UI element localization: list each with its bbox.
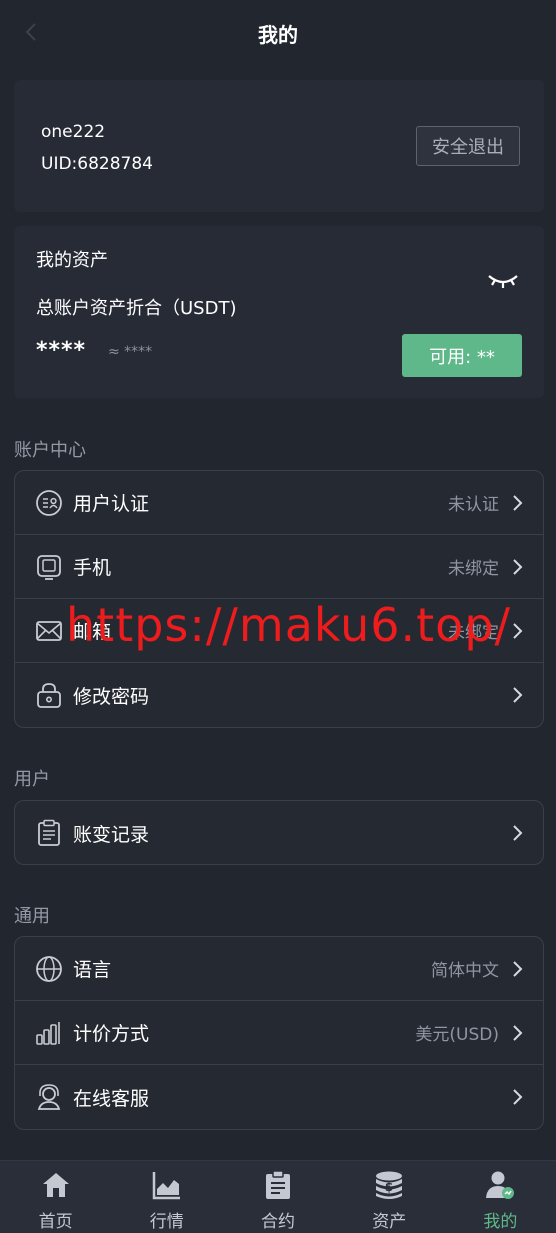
chevron-right-icon <box>511 959 525 979</box>
menu-item-phone[interactable]: 手机 未绑定 <box>15 535 543 599</box>
id-verify-icon <box>35 489 63 517</box>
support-icon <box>35 1083 63 1111</box>
clipboard-icon <box>35 819 63 847</box>
tab-market[interactable]: 行情 <box>111 1161 222 1233</box>
chevron-right-icon <box>511 1087 525 1107</box>
menu-item-label: 修改密码 <box>73 685 150 708</box>
menu-item-value: 美元(USD) <box>415 1025 499 1045</box>
tab-label: 行情 <box>149 1212 184 1232</box>
market-chart-icon <box>151 1169 183 1201</box>
top-header: 我的 <box>0 0 556 66</box>
menu-item-language[interactable]: 语言 简体中文 <box>15 937 543 1001</box>
mail-icon <box>35 617 63 645</box>
chevron-right-icon <box>511 557 525 577</box>
logout-button[interactable]: 安全退出 <box>416 126 520 166</box>
menu-item-user-verification[interactable]: 用户认证 未认证 <box>15 471 543 535</box>
phone-icon <box>35 553 63 581</box>
contract-icon <box>262 1169 294 1201</box>
menu-item-value: 未绑定 <box>448 559 499 579</box>
watermark-url: https://maku6.top/ <box>66 598 512 652</box>
section-label-user: 用户 <box>14 769 50 790</box>
bar-chart-icon <box>35 1019 63 1047</box>
tab-profile[interactable]: 我的 <box>445 1161 556 1233</box>
general-menu-group: 语言 简体中文 计价方式 美元(USD) 在线客服 <box>14 936 544 1130</box>
tab-label: 首页 <box>38 1212 73 1232</box>
home-icon <box>40 1169 72 1201</box>
svg-text:$: $ <box>385 1180 393 1194</box>
page-title: 我的 <box>258 22 298 47</box>
asset-card: 我的资产 总账户资产折合（USDT) **** ≈ **** 可用: ** <box>14 226 544 398</box>
asset-value: **** <box>36 338 87 363</box>
user-uid: UID:6828784 <box>41 154 153 174</box>
menu-item-value: 未认证 <box>448 495 499 515</box>
tab-label: 资产 <box>372 1212 407 1232</box>
available-balance-button[interactable]: 可用: ** <box>402 334 522 377</box>
chevron-right-icon <box>511 621 525 641</box>
eye-closed-icon[interactable] <box>486 268 520 292</box>
asset-approx-value: ≈ **** <box>108 344 153 360</box>
menu-item-label: 用户认证 <box>73 493 150 515</box>
chevron-right-icon <box>511 685 525 705</box>
globe-icon <box>35 955 63 983</box>
user-menu-group: 账变记录 <box>14 800 544 865</box>
section-label-account: 账户中心 <box>14 440 86 461</box>
username: one222 <box>41 122 106 142</box>
bottom-tab-bar: 首页 行情 合约 $ 资产 我的 <box>0 1160 556 1233</box>
section-label-general: 通用 <box>14 906 50 927</box>
menu-item-pricing-method[interactable]: 计价方式 美元(USD) <box>15 1001 543 1065</box>
menu-item-balance-records[interactable]: 账变记录 <box>15 801 543 864</box>
chevron-right-icon <box>511 823 525 843</box>
asset-subtitle: 总账户资产折合（USDT) <box>36 298 237 319</box>
coins-icon: $ <box>373 1169 405 1201</box>
tab-label: 我的 <box>483 1212 518 1232</box>
chevron-left-icon[interactable] <box>20 20 44 44</box>
asset-title: 我的资产 <box>36 250 108 271</box>
menu-item-label: 计价方式 <box>73 1023 150 1045</box>
tab-label: 合约 <box>261 1212 295 1232</box>
profile-icon <box>484 1169 516 1201</box>
chevron-right-icon <box>511 493 525 513</box>
tab-home[interactable]: 首页 <box>0 1161 111 1233</box>
user-card: one222 UID:6828784 安全退出 <box>14 80 544 212</box>
menu-item-label: 在线客服 <box>73 1087 150 1110</box>
menu-item-label: 账变记录 <box>73 823 150 846</box>
menu-item-label: 语言 <box>73 959 112 981</box>
menu-item-online-support[interactable]: 在线客服 <box>15 1065 543 1129</box>
menu-item-value: 简体中文 <box>431 961 499 981</box>
tab-contract[interactable]: 合约 <box>222 1161 333 1233</box>
menu-item-label: 手机 <box>73 557 112 579</box>
menu-item-change-password[interactable]: 修改密码 <box>15 663 543 727</box>
chevron-right-icon <box>511 1023 525 1043</box>
tab-assets[interactable]: $ 资产 <box>334 1161 445 1233</box>
lock-icon <box>35 681 63 709</box>
